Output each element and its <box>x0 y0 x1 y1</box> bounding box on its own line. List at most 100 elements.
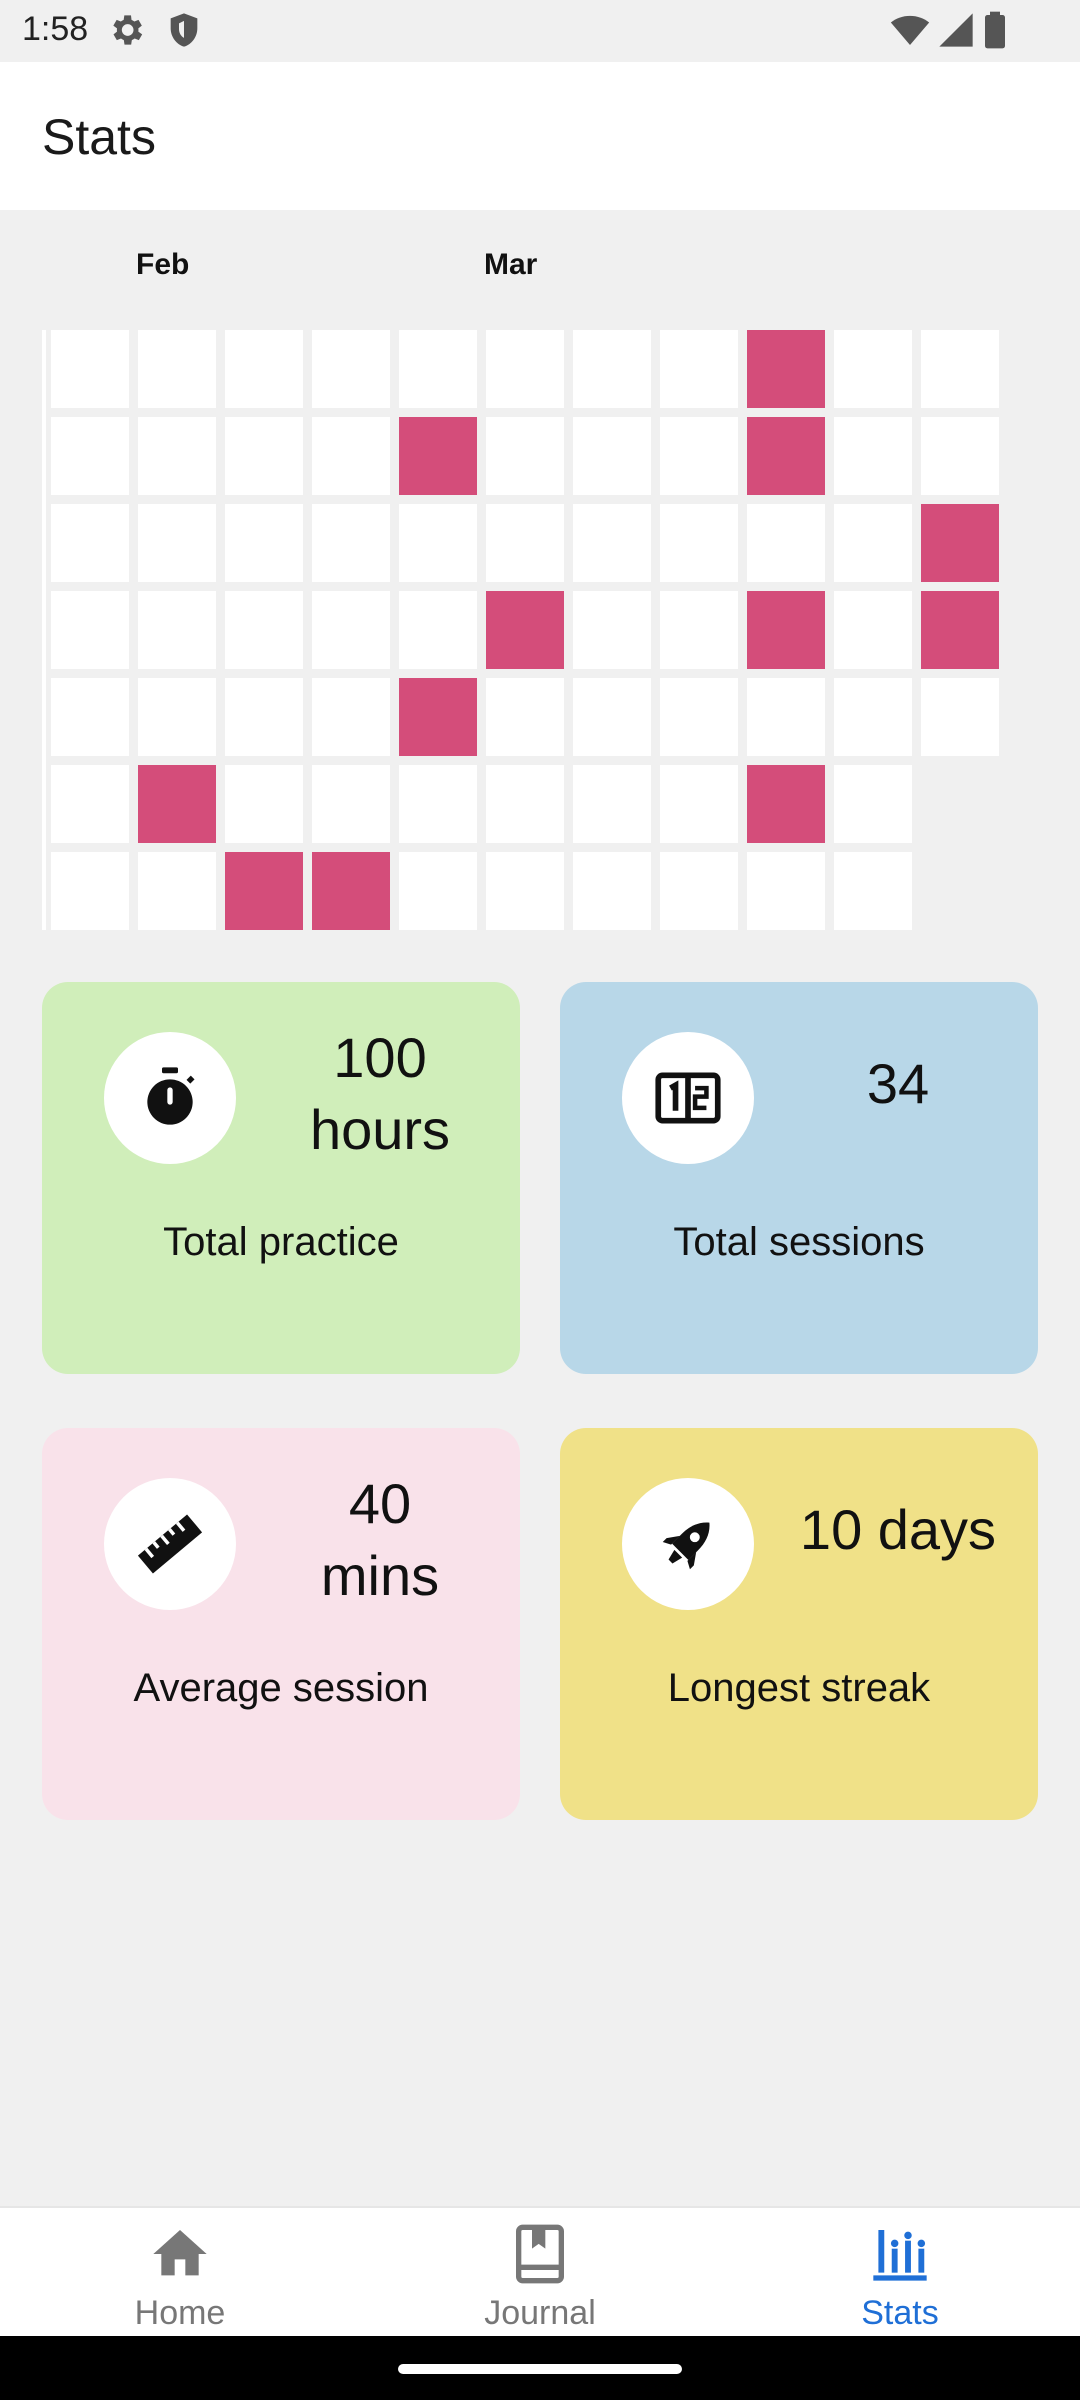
heatmap-cell <box>573 504 651 582</box>
nav-label-journal: Journal <box>484 2294 596 2332</box>
stat-icon-circle <box>104 1478 236 1610</box>
heatmap-cell-active <box>921 591 999 669</box>
gesture-handle[interactable] <box>398 2364 682 2374</box>
ruler-icon <box>137 1514 203 1574</box>
heatmap-cell <box>399 765 477 843</box>
month-label-feb: Feb <box>136 248 190 281</box>
stat-value-unit: mins <box>320 1544 440 1607</box>
heatmap-cell <box>660 330 738 408</box>
practice-heatmap: Feb Mar <box>42 240 1012 940</box>
heatmap-cell <box>573 330 651 408</box>
heatmap-cell <box>486 678 564 756</box>
heatmap-cell <box>312 591 390 669</box>
stat-value: 34 <box>778 1048 1018 1120</box>
heatmap-cell <box>834 678 912 756</box>
nav-item-journal[interactable]: Journal <box>360 2208 720 2338</box>
wifi-icon <box>890 15 930 45</box>
heatmap-cell <box>225 330 303 408</box>
heatmap-cell <box>399 330 477 408</box>
heatmap-cell <box>747 852 825 930</box>
stat-value: 40 mins <box>260 1468 500 1612</box>
heatmap-cell <box>486 504 564 582</box>
heatmap-cell <box>138 330 216 408</box>
heatmap-cell <box>51 417 129 495</box>
heatmap-cell-active <box>747 330 825 408</box>
stat-card-total-sessions: 34 Total sessions <box>560 982 1038 1374</box>
heatmap-cell <box>486 852 564 930</box>
battery-icon <box>985 11 1005 49</box>
heatmap-cell <box>834 417 912 495</box>
bottom-navigation: Home Journal Stats <box>0 2206 1080 2336</box>
heatmap-cell <box>225 591 303 669</box>
status-time: 1:58 <box>22 10 89 48</box>
rocket-icon <box>662 1522 710 1570</box>
stat-icon-circle <box>622 1032 754 1164</box>
counter-icon <box>655 1072 721 1124</box>
heatmap-cell-active <box>225 852 303 930</box>
heatmap-cell-active <box>747 591 825 669</box>
heatmap-cell <box>921 678 999 756</box>
stat-icon-circle <box>104 1032 236 1164</box>
heatmap-cell <box>138 852 216 930</box>
stat-icon-circle <box>622 1478 754 1610</box>
stat-value-line: 100 <box>333 1026 427 1089</box>
stats-icon <box>873 2230 927 2281</box>
stat-value-line: 40 <box>348 1472 412 1535</box>
heatmap-cell <box>573 852 651 930</box>
heatmap-cell <box>660 504 738 582</box>
heatmap-cell <box>660 765 738 843</box>
nav-item-stats[interactable]: Stats <box>720 2208 1080 2338</box>
heatmap-cell <box>225 678 303 756</box>
heatmap-cell-active <box>747 765 825 843</box>
stat-label: Total practice <box>163 1220 399 1264</box>
heatmap-cell <box>660 852 738 930</box>
month-label-mar: Mar <box>484 248 538 281</box>
status-bar: 1:58 <box>0 0 1080 62</box>
stat-label: Total sessions <box>673 1220 925 1264</box>
heatmap-cell-active <box>399 678 477 756</box>
stat-card-average-session: 40 mins Average session <box>42 1428 520 1820</box>
heatmap-grid <box>42 330 1012 940</box>
stat-value-line: 10 days <box>799 1498 997 1561</box>
heatmap-cell-active <box>747 417 825 495</box>
stat-label: Longest streak <box>667 1666 931 1710</box>
heatmap-cell <box>312 417 390 495</box>
heatmap-cell <box>138 417 216 495</box>
stat-value-unit: hours <box>309 1098 451 1161</box>
journal-icon <box>516 2224 564 2284</box>
stopwatch-icon <box>147 1067 195 1125</box>
heatmap-cell <box>225 417 303 495</box>
shield-icon <box>170 13 198 47</box>
heatmap-cell <box>51 765 129 843</box>
heatmap-cell <box>51 852 129 930</box>
heatmap-cell <box>225 504 303 582</box>
nav-item-home[interactable]: Home <box>0 2208 360 2338</box>
heatmap-cell <box>834 852 912 930</box>
heatmap-cell <box>312 330 390 408</box>
heatmap-cell <box>660 591 738 669</box>
app-bar: Stats <box>0 62 1080 210</box>
heatmap-cell <box>921 330 999 408</box>
heatmap-cell-active <box>138 765 216 843</box>
heatmap-cell <box>399 504 477 582</box>
heatmap-cell <box>51 504 129 582</box>
heatmap-cell <box>138 678 216 756</box>
heatmap-cell <box>486 417 564 495</box>
heatmap-cell <box>573 678 651 756</box>
stat-value-line: 34 <box>866 1052 930 1115</box>
nav-label-home: Home <box>134 2294 226 2332</box>
heatmap-cell <box>573 765 651 843</box>
heatmap-cell <box>51 591 129 669</box>
heatmap-cell <box>312 765 390 843</box>
heatmap-cell <box>312 504 390 582</box>
heatmap-cell <box>660 678 738 756</box>
signal-icon <box>939 13 973 47</box>
heatmap-cell <box>660 417 738 495</box>
heatmap-cell <box>138 504 216 582</box>
page-title: Stats <box>42 109 156 165</box>
heatmap-cell <box>51 330 129 408</box>
heatmap-cell <box>486 330 564 408</box>
heatmap-cell <box>312 678 390 756</box>
heatmap-cell <box>399 852 477 930</box>
stat-value: 100 hours <box>260 1022 500 1166</box>
